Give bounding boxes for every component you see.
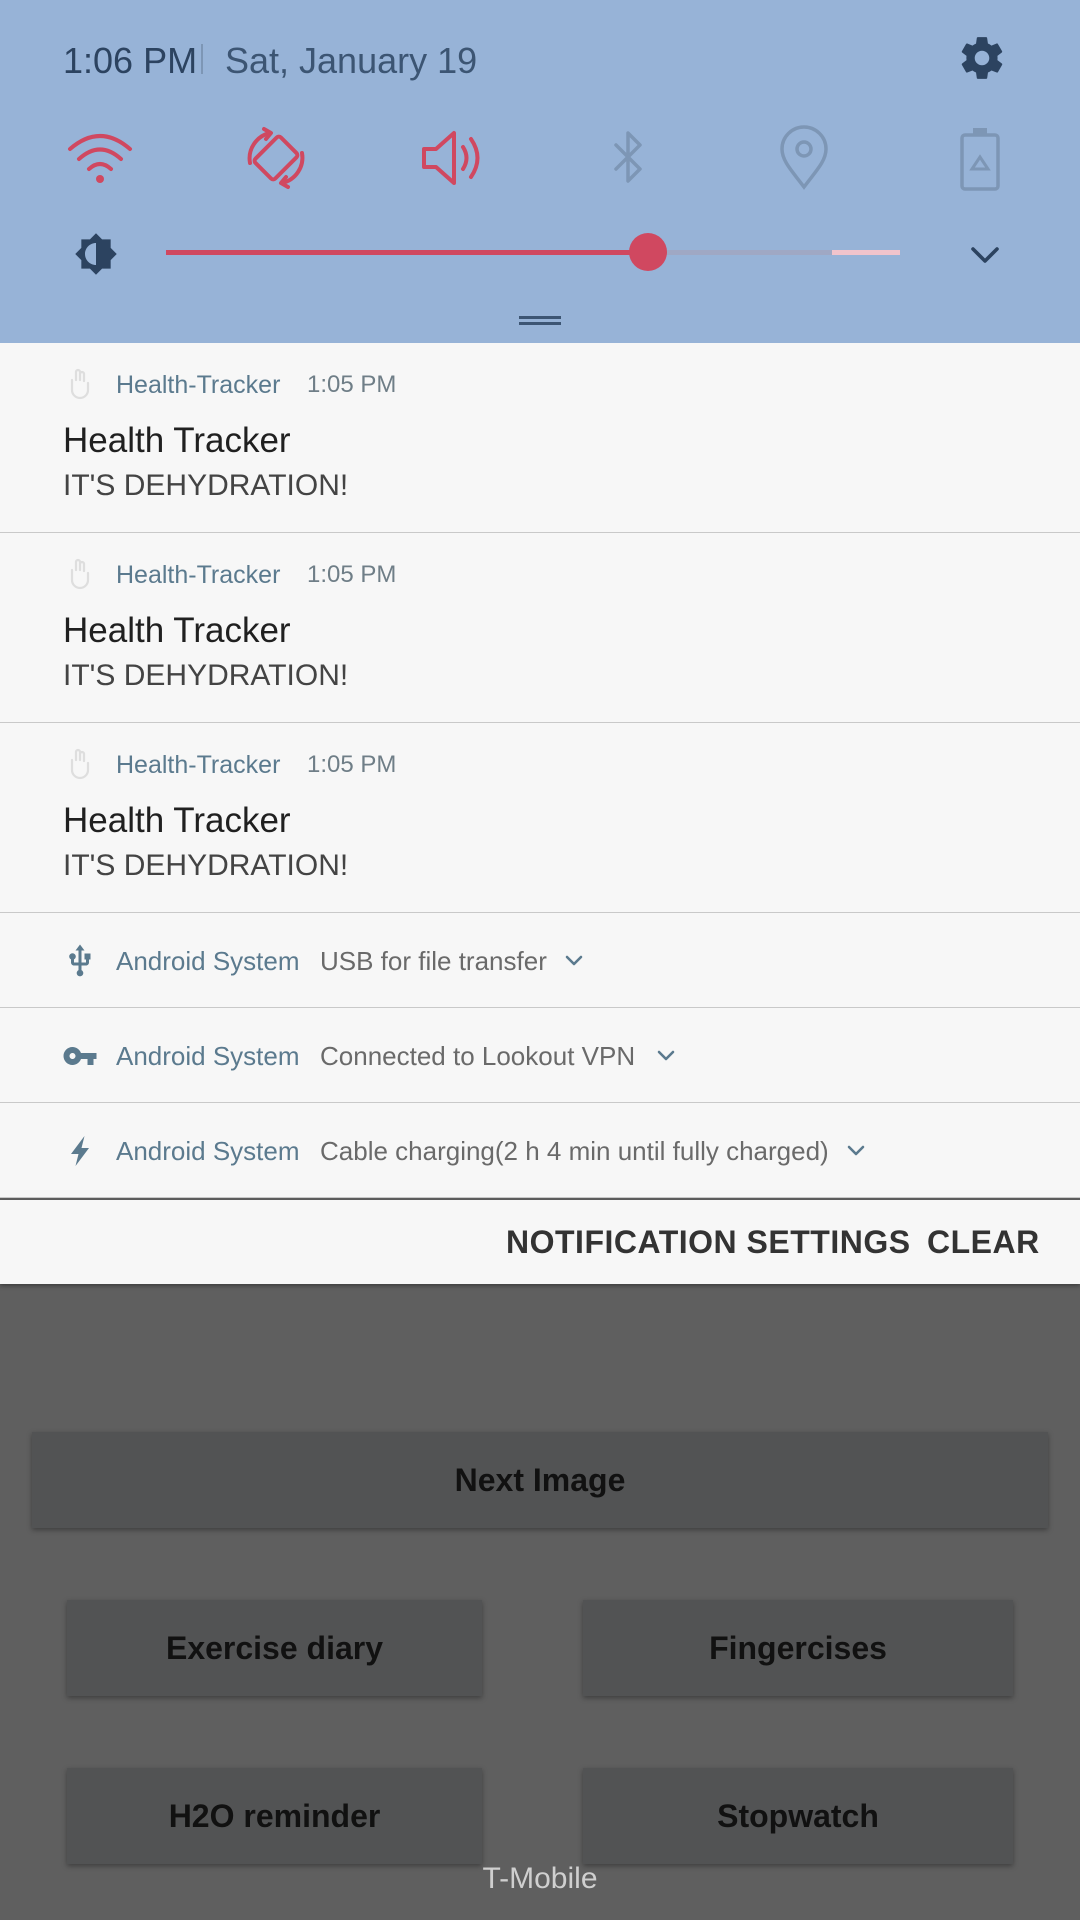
notification-app-name: Android System	[116, 1136, 300, 1166]
brightness-slider-fill	[166, 250, 648, 255]
usb-icon	[69, 944, 91, 977]
charging-icon	[71, 1136, 89, 1166]
notification-text: IT'S DEHYDRATION!	[63, 849, 349, 882]
hand-icon	[70, 368, 90, 400]
chevron-down-icon[interactable]	[654, 1046, 678, 1066]
sound-icon[interactable]	[416, 125, 488, 191]
notification-settings-button[interactable]: NOTIFICATION SETTINGS	[506, 1222, 911, 1262]
bluetooth-icon[interactable]	[592, 125, 664, 191]
notification-title: Health Tracker	[63, 611, 291, 650]
h2o-reminder-button[interactable]: H2O reminder	[67, 1768, 482, 1864]
brightness-icon	[75, 233, 117, 275]
notification-time: 1:05 PM	[307, 561, 397, 588]
notification-card[interactable]: Health-Tracker 1:05 PM Health Tracker IT…	[0, 723, 1080, 913]
notification-app-name: Health-Tracker	[116, 371, 281, 399]
key-icon	[63, 1047, 97, 1065]
exercise-diary-button[interactable]: Exercise diary	[67, 1600, 482, 1696]
notification-time: 1:05 PM	[307, 371, 397, 398]
notification-text: Connected to Lookout VPN	[320, 1041, 636, 1071]
location-icon[interactable]	[768, 125, 840, 191]
chevron-down-icon[interactable]	[562, 951, 586, 971]
brightness-slider[interactable]	[166, 233, 900, 271]
brightness-slider-track	[648, 250, 832, 255]
brightness-slider-thumb[interactable]	[629, 233, 667, 271]
wifi-icon[interactable]	[64, 125, 136, 191]
notification-text: IT'S DEHYDRATION!	[63, 469, 349, 502]
clock: 1:06 PM	[63, 40, 198, 81]
auto-rotate-icon[interactable]	[240, 125, 312, 191]
date[interactable]: Sat, January 19	[225, 36, 477, 86]
stopwatch-button[interactable]: Stopwatch	[583, 1768, 1013, 1864]
clear-button[interactable]: CLEAR	[927, 1222, 1040, 1262]
notification-card[interactable]: Health-Tracker 1:05 PM Health Tracker IT…	[0, 343, 1080, 533]
notification-card[interactable]: Health-Tracker 1:05 PM Health Tracker IT…	[0, 533, 1080, 723]
system-notification-charging[interactable]: Android System Cable charging(2 h 4 min …	[0, 1103, 1080, 1198]
power-saving-icon[interactable]	[944, 125, 1016, 191]
hand-icon	[70, 748, 90, 780]
chevron-down-icon[interactable]	[844, 1141, 868, 1161]
notification-time: 1:05 PM	[307, 751, 397, 778]
fingercises-button[interactable]: Fingercises	[583, 1600, 1013, 1696]
system-notification-usb[interactable]: Android System USB for file transfer	[0, 913, 1080, 1008]
settings-gear-icon[interactable]	[957, 33, 1007, 83]
screen: Next Image Exercise diary Fingercises H2…	[0, 0, 1080, 1920]
notification-app-name: Android System	[116, 1041, 300, 1071]
notification-actions-bar: NOTIFICATION SETTINGS CLEAR	[0, 1200, 1080, 1284]
carrier-label: T-Mobile	[482, 1862, 598, 1895]
notification-title: Health Tracker	[63, 421, 291, 460]
system-notification-vpn[interactable]: Android System Connected to Lookout VPN	[0, 1008, 1080, 1103]
hand-icon	[70, 558, 90, 590]
brightness-slider-outdoor-range	[832, 250, 900, 255]
notification-app-name: Health-Tracker	[116, 561, 281, 589]
notification-text: USB for file transfer	[320, 946, 547, 976]
notification-title: Health Tracker	[63, 801, 291, 840]
notification-text: Cable charging(2 h 4 min until fully cha…	[320, 1136, 829, 1166]
divider	[201, 44, 203, 74]
notification-app-name: Health-Tracker	[116, 751, 281, 779]
panel-drag-handle[interactable]	[519, 316, 561, 326]
next-image-button[interactable]: Next Image	[32, 1432, 1048, 1528]
chevron-down-icon[interactable]	[967, 237, 1003, 273]
quick-settings-panel: 1:06 PM Sat, January 19	[0, 0, 1080, 343]
notification-app-name: Android System	[116, 946, 300, 976]
notification-text: IT'S DEHYDRATION!	[63, 659, 349, 692]
